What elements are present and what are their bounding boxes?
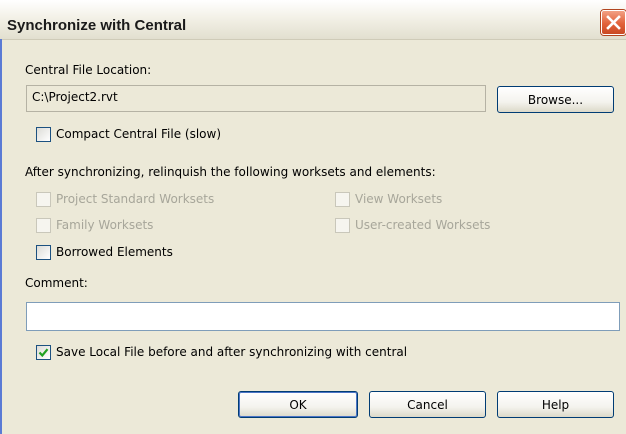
window-border	[0, 39, 2, 434]
central-path-field[interactable]: C:\Project2.rvt	[26, 85, 486, 112]
help-button[interactable]: Help	[497, 391, 614, 418]
close-icon	[606, 15, 621, 30]
comment-label: Comment:	[25, 276, 88, 290]
sync-dialog: Synchronize with Central Central File Lo…	[0, 0, 626, 434]
ok-button[interactable]: OK	[238, 391, 358, 418]
save-local-label: Save Local File before and after synchro…	[56, 345, 408, 359]
ok-button-label: OK	[289, 397, 307, 412]
family-worksets-checkbox[interactable]	[36, 218, 51, 233]
borrowed-elements-label: Borrowed Elements	[56, 245, 173, 259]
title-bar[interactable]: Synchronize with Central	[0, 0, 626, 40]
cancel-button[interactable]: Cancel	[369, 391, 486, 418]
comment-input[interactable]	[26, 302, 620, 331]
relinquish-heading: After synchronizing, relinquish the foll…	[25, 165, 436, 179]
close-button[interactable]	[601, 10, 626, 35]
compact-checkbox[interactable]	[36, 127, 51, 142]
help-button-label: Help	[541, 397, 570, 412]
central-location-label: Central File Location:	[25, 63, 152, 77]
project-standard-checkbox[interactable]	[36, 192, 51, 207]
family-worksets-label: Family Worksets	[56, 218, 154, 232]
save-local-checkbox[interactable]	[36, 345, 51, 360]
user-created-checkbox[interactable]	[335, 218, 350, 233]
compact-label: Compact Central File (slow)	[56, 127, 222, 141]
browse-button-label: Browse...	[527, 92, 584, 107]
checkmark-icon	[38, 348, 49, 358]
view-worksets-label: View Worksets	[355, 192, 443, 206]
view-worksets-checkbox[interactable]	[335, 192, 350, 207]
cancel-button-label: Cancel	[407, 397, 448, 412]
project-standard-label: Project Standard Worksets	[56, 192, 215, 206]
browse-button[interactable]: Browse...	[497, 86, 614, 113]
user-created-label: User-created Worksets	[355, 218, 491, 232]
borrowed-elements-checkbox[interactable]	[36, 245, 51, 260]
central-path-value: C:\Project2.rvt	[32, 90, 118, 104]
dialog-title: Synchronize with Central	[7, 17, 187, 34]
